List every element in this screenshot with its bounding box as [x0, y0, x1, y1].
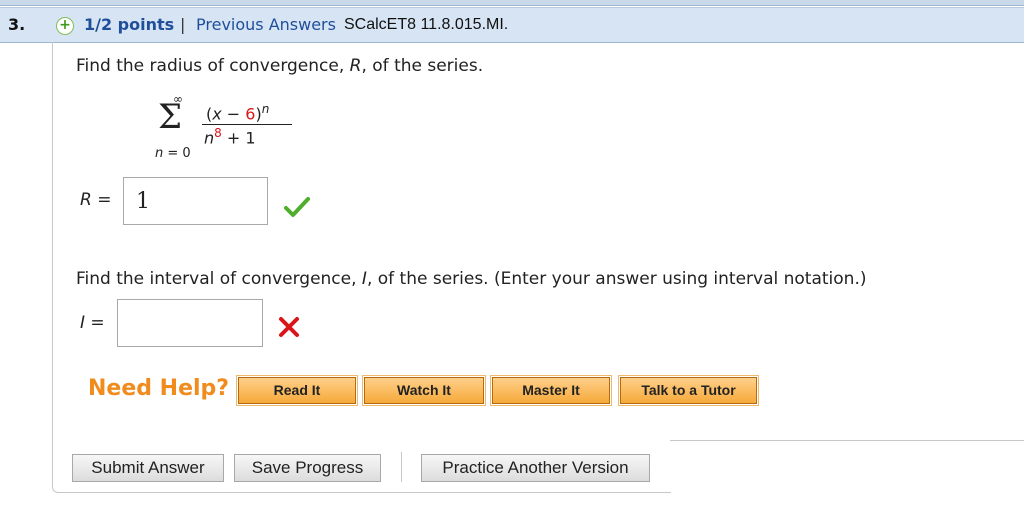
panel-divider: [670, 440, 1024, 441]
interval-answer-input[interactable]: [117, 299, 263, 347]
master-it-button[interactable]: Master It: [490, 375, 612, 406]
read-it-button[interactable]: Read It: [236, 375, 358, 406]
sum-lower-limit: n = 0: [155, 146, 191, 161]
question-number: 3.: [8, 15, 26, 34]
fraction-bar: [202, 124, 292, 125]
button-divider: [401, 452, 402, 482]
header-separator: |: [180, 15, 186, 34]
watch-it-button[interactable]: Watch It: [362, 375, 486, 406]
practice-another-version-button[interactable]: Practice Another Version: [421, 454, 650, 482]
points-score: 1/2 points: [84, 15, 175, 34]
interval-label: I =: [80, 313, 105, 333]
radius-label: R =: [80, 190, 112, 210]
problem-code: SCalcET8 11.8.015.MI.: [344, 16, 509, 33]
talk-to-tutor-button[interactable]: Talk to a Tutor: [618, 375, 759, 406]
radius-answer-input[interactable]: 1: [123, 177, 268, 225]
series-expression: ∞ Σ n = 0 (x − 6)n n8 + 1: [150, 92, 310, 164]
question-panel: [52, 42, 671, 493]
question1-prompt: Find the radius of convergence, R, of th…: [76, 56, 484, 76]
save-progress-button[interactable]: Save Progress: [234, 454, 381, 482]
series-numerator: (x − 6)n: [206, 102, 270, 124]
incorrect-x-icon: [279, 317, 299, 337]
need-help-title: Need Help?: [88, 376, 230, 401]
correct-check-icon: [284, 197, 310, 217]
question-header: 3. + 1/2 points | Previous Answers SCalc…: [0, 7, 1024, 43]
top-rule: [0, 0, 1024, 6]
question2-prompt: Find the interval of convergence, I, of …: [76, 269, 867, 289]
sigma-symbol: Σ: [158, 97, 183, 137]
submit-answer-button[interactable]: Submit Answer: [72, 454, 224, 482]
series-denominator: n8 + 1: [204, 126, 256, 148]
expand-plus-icon[interactable]: +: [56, 17, 74, 35]
previous-answers-link[interactable]: Previous Answers: [196, 8, 336, 42]
